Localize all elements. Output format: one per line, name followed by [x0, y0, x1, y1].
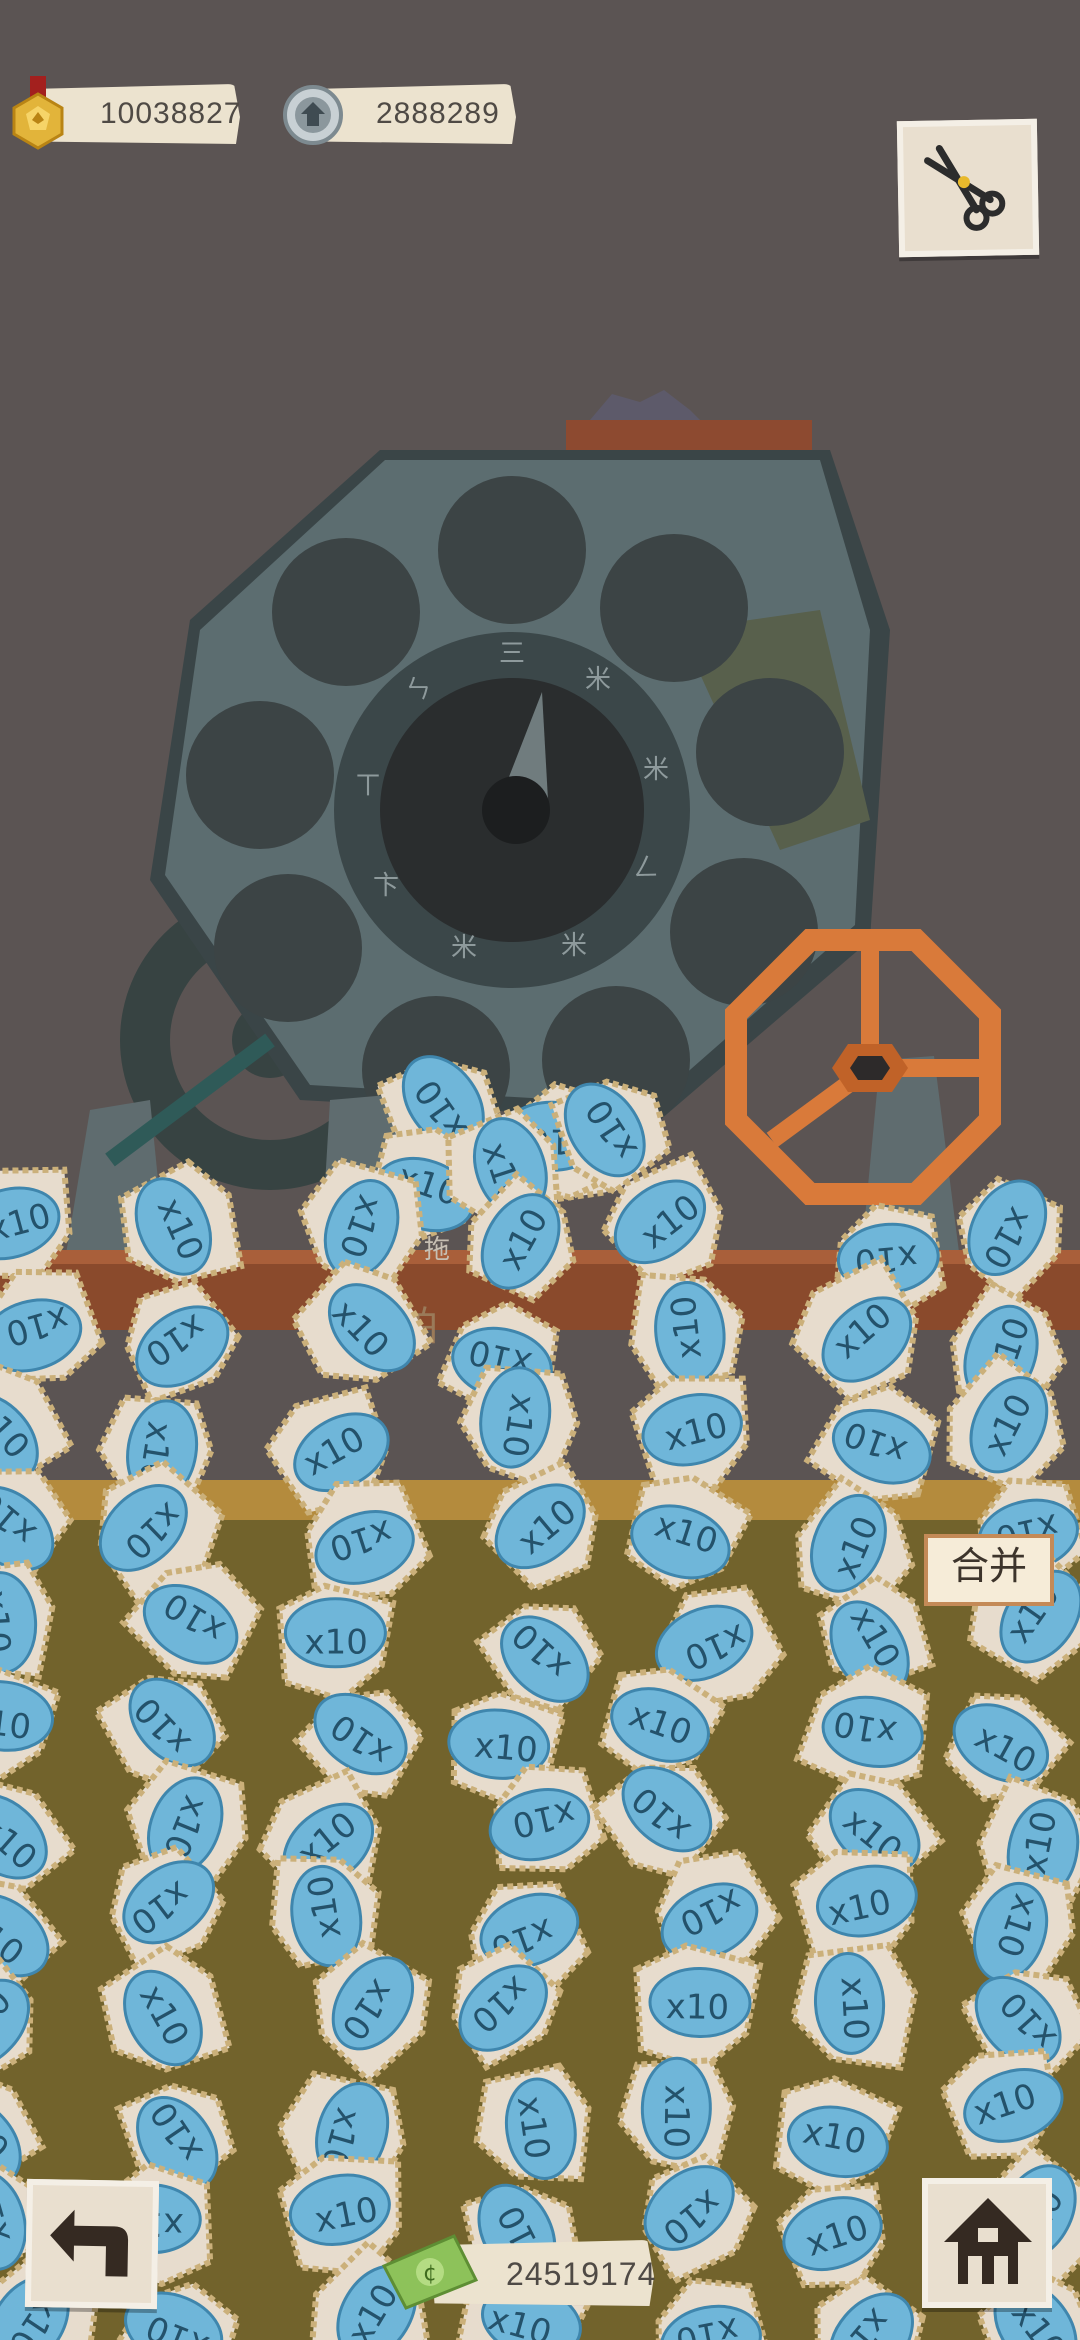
- svg-text:¢: ¢: [423, 2261, 437, 2286]
- pile-tile[interactable]: x10: [103, 1152, 258, 1307]
- gear-counter-value: 2888289: [376, 97, 500, 130]
- scissors-tool-icon: [924, 144, 1006, 231]
- dial-glyph: 米: [451, 933, 477, 963]
- home-icon: [944, 2198, 1032, 2284]
- back-arrow-icon: [50, 2209, 129, 2277]
- pile-tile[interactable]: x10: [624, 1265, 749, 1391]
- multiplier-label: x10: [0, 1589, 17, 1654]
- hopper-rocks: [590, 390, 700, 420]
- cash-icon: ¢: [381, 2234, 479, 2310]
- home-button[interactable]: [922, 2178, 1052, 2308]
- merge-button[interactable]: 合并: [924, 1534, 1054, 1606]
- dial-glyph: 米: [643, 755, 669, 785]
- gold-medal-icon: [12, 76, 64, 150]
- pile-tile[interactable]: x10: [276, 1245, 444, 1413]
- multiplier-label: x10: [833, 1976, 876, 2041]
- gear-coin-icon: [283, 85, 343, 145]
- pile-tile[interactable]: x10: [100, 1265, 251, 1416]
- back-button[interactable]: [24, 2178, 160, 2310]
- pile-tile[interactable]: x10: [936, 1161, 1080, 1309]
- dial-hub: [482, 776, 550, 844]
- dial-glyph: 米: [561, 931, 587, 961]
- multiplier-label: x10: [305, 1623, 368, 1663]
- multiplier-label: x10: [656, 2084, 697, 2148]
- dial-glyph: 米: [585, 665, 611, 695]
- scissors-tool-button[interactable]: [896, 118, 1040, 258]
- multiplier-label: x10: [665, 1987, 729, 2028]
- dial-glyph: 卞: [373, 871, 399, 901]
- dial-glyph: ㄣ: [405, 675, 431, 705]
- tile-pile: x10 x10x10x10x10x10 x10 x10 x10 x10x10 x10x10 x…: [0, 1055, 1080, 2340]
- multiplier-label: x10: [663, 1294, 709, 1361]
- dial-glyph: ㄒ: [355, 771, 381, 801]
- cash-counter-value: 24519174: [506, 2256, 657, 2292]
- multiplier-label: x10: [0, 1701, 33, 1748]
- dial-glyph: 三: [499, 639, 525, 669]
- gold-counter-value: 10038827: [100, 97, 242, 130]
- dial-glyph: ㄥ: [633, 853, 659, 883]
